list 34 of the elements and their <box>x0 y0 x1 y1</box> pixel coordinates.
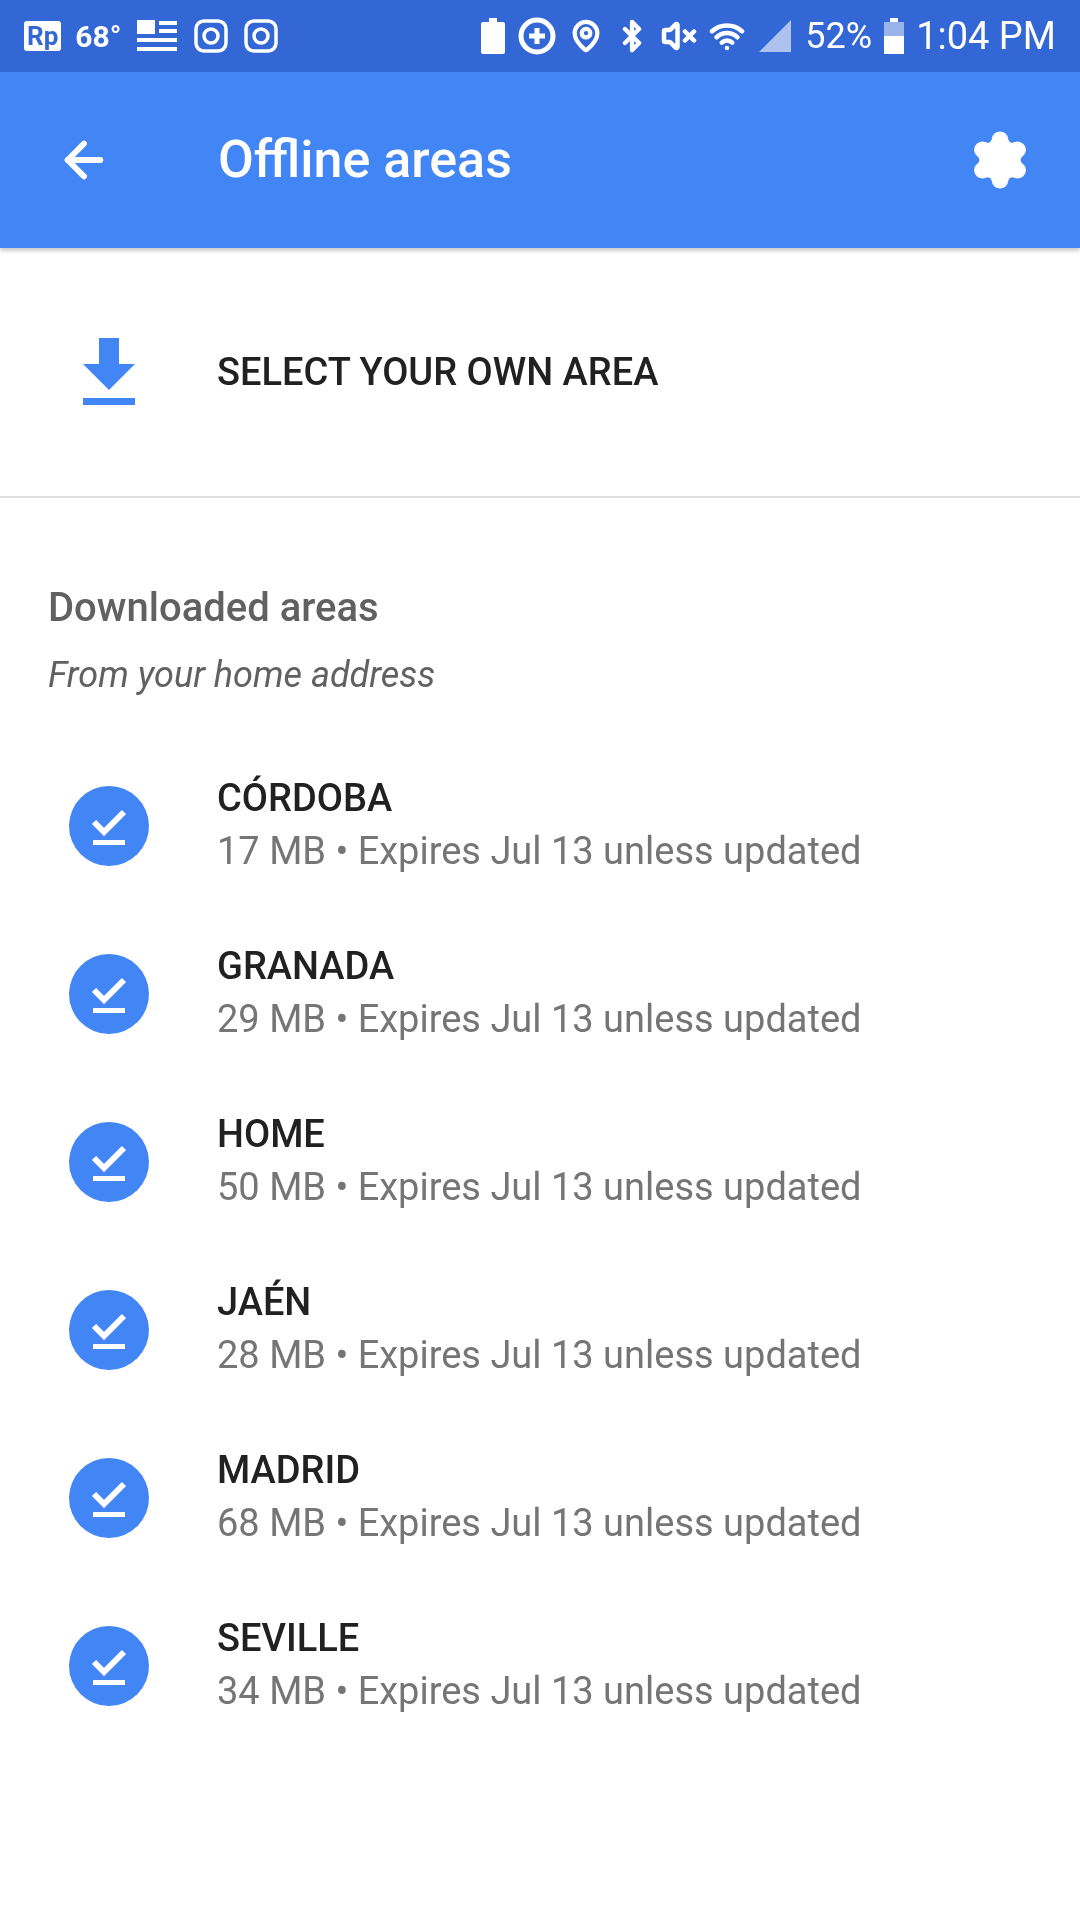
area-details: 68 MB • Expires Jul 13 unless updated <box>217 1500 862 1547</box>
section-title: Downloaded areas <box>48 583 380 633</box>
area-item[interactable]: CÓRDOBA 17 MB • Expires Jul 13 unless updated <box>0 742 1080 910</box>
battery-saver-icon <box>481 18 506 54</box>
news-icon <box>135 18 180 54</box>
download-icon <box>80 338 137 406</box>
area-name: HOME <box>217 1111 326 1158</box>
area-details: 17 MB • Expires Jul 13 unless updated <box>217 828 862 875</box>
page-title: Offline areas <box>217 128 513 192</box>
clock: 1:04 PM <box>916 12 1056 60</box>
area-details: 50 MB • Expires Jul 13 unless updated <box>217 1164 862 1211</box>
area-item[interactable]: MADRID 68 MB • Expires Jul 13 unless updated <box>0 1414 1080 1582</box>
area-item[interactable]: JAÉN 28 MB • Expires Jul 13 unless updated <box>0 1246 1080 1414</box>
temperature: 68° <box>75 17 122 56</box>
area-name: SEVILLE <box>217 1615 361 1662</box>
select-area-button[interactable]: SELECT YOUR OWN AREA <box>0 248 1080 498</box>
area-name: JAÉN <box>217 1278 313 1326</box>
signal-icon <box>757 18 794 54</box>
section-subtitle: From your home address <box>48 653 437 698</box>
battery-percent: 52% <box>805 14 873 59</box>
data-saver-icon <box>517 16 558 56</box>
camera-icon <box>193 18 230 54</box>
area-item[interactable]: SEVILLE 34 MB • Expires Jul 13 unless updated <box>0 1582 1080 1750</box>
area-details: 29 MB • Expires Jul 13 unless updated <box>217 996 862 1043</box>
area-item[interactable]: HOME 50 MB • Expires Jul 13 unless updated <box>0 1078 1080 1246</box>
area-name: GRANADA <box>217 943 396 990</box>
area-name: CÓRDOBA <box>217 774 394 822</box>
app-logo: Rp <box>24 21 62 51</box>
area-item[interactable]: GRANADA 29 MB • Expires Jul 13 unless updated <box>0 910 1080 1078</box>
battery-icon <box>884 18 905 54</box>
camera-icon <box>243 18 280 54</box>
area-name: MADRID <box>217 1447 362 1494</box>
area-details: 28 MB • Expires Jul 13 unless updated <box>217 1332 862 1379</box>
area-details: 34 MB • Expires Jul 13 unless updated <box>217 1668 862 1715</box>
